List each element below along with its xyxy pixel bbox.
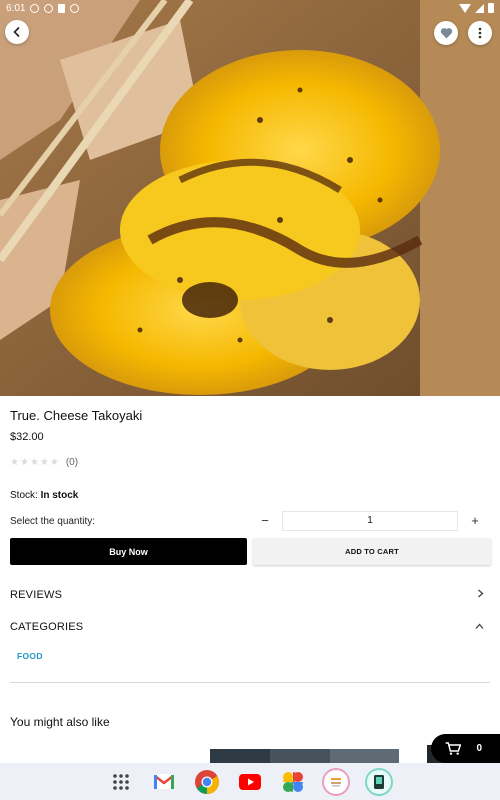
reviews-label: REVIEWS <box>10 589 63 601</box>
quantity-input[interactable]: 1 <box>282 511 458 531</box>
star-icon: ★ <box>19 456 29 468</box>
product-image-graphic <box>0 0 500 396</box>
buy-now-button[interactable]: Buy Now <box>10 538 247 565</box>
categories-row[interactable]: CATEGORIES <box>10 618 490 636</box>
status-bar: 6:01 <box>0 0 500 16</box>
status-time: 6:01 <box>6 2 26 14</box>
favorite-button[interactable] <box>434 21 458 45</box>
gmail-icon[interactable] <box>150 768 178 796</box>
star-icon: ★ <box>29 456 39 468</box>
heart-icon <box>440 28 452 39</box>
app-drawer-icon[interactable] <box>107 768 135 796</box>
app-dock <box>0 763 500 800</box>
recommendation-image <box>210 749 399 763</box>
category-tag-food[interactable]: FOOD <box>17 651 43 661</box>
recommendations-title: You might also like <box>10 715 110 729</box>
recommendation-thumbnail[interactable] <box>210 749 399 763</box>
quantity-label: Select the quantity: <box>10 516 96 527</box>
product-image <box>0 0 500 396</box>
chevron-up-icon <box>475 622 490 633</box>
vpn-icon <box>44 3 54 13</box>
categories-label: CATEGORIES <box>10 621 84 633</box>
notification-icon <box>30 3 40 13</box>
quantity-decrease-button[interactable]: − <box>258 512 272 530</box>
app-notification-icon <box>70 3 80 13</box>
sim-icon <box>58 3 66 13</box>
app-icon-6[interactable] <box>365 767 393 796</box>
back-arrow-icon <box>13 26 20 38</box>
rating-count: (0) <box>65 457 79 468</box>
product-title: True. Cheese Takoyaki <box>10 408 143 423</box>
signal-icon <box>475 3 484 13</box>
stock-status: Stock: In stock <box>10 490 78 501</box>
rating: ★ ★ ★ ★ ★ (0) <box>10 457 78 468</box>
add-to-cart-button[interactable]: ADD TO CART <box>253 538 491 565</box>
chevron-right-icon <box>477 589 490 601</box>
shopping-cart-icon <box>445 741 461 755</box>
wifi-icon <box>459 3 471 13</box>
stock-label: Stock: <box>10 490 38 501</box>
quantity-increase-button[interactable]: + <box>468 512 482 530</box>
back-button[interactable] <box>5 20 29 44</box>
chrome-icon[interactable] <box>193 768 221 796</box>
youtube-icon[interactable] <box>236 768 264 796</box>
stock-value: In stock <box>40 490 79 501</box>
cart-button[interactable]: 0 <box>431 734 500 763</box>
star-icon: ★ <box>49 456 59 468</box>
reviews-row[interactable]: REVIEWS <box>10 586 490 604</box>
app-icon-5[interactable] <box>322 767 350 796</box>
more-options-button[interactable] <box>468 21 492 45</box>
star-icon: ★ <box>10 456 19 468</box>
star-icon: ★ <box>39 456 49 468</box>
battery-icon <box>488 3 494 13</box>
product-price: $32.00 <box>10 431 44 443</box>
photos-icon[interactable] <box>279 768 307 796</box>
cart-count: 0 <box>476 743 482 754</box>
divider <box>10 682 490 683</box>
more-vert-icon <box>478 27 482 39</box>
